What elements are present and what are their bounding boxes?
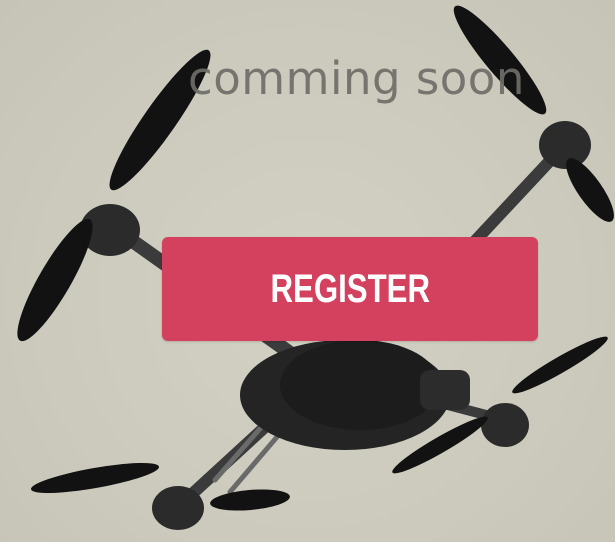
hero-section: comming soon REGISTER	[0, 0, 615, 542]
drone-body	[240, 340, 470, 450]
coming-soon-text: comming soon	[188, 52, 525, 105]
register-button-label: REGISTER	[270, 266, 430, 311]
register-button[interactable]: REGISTER	[162, 237, 538, 341]
